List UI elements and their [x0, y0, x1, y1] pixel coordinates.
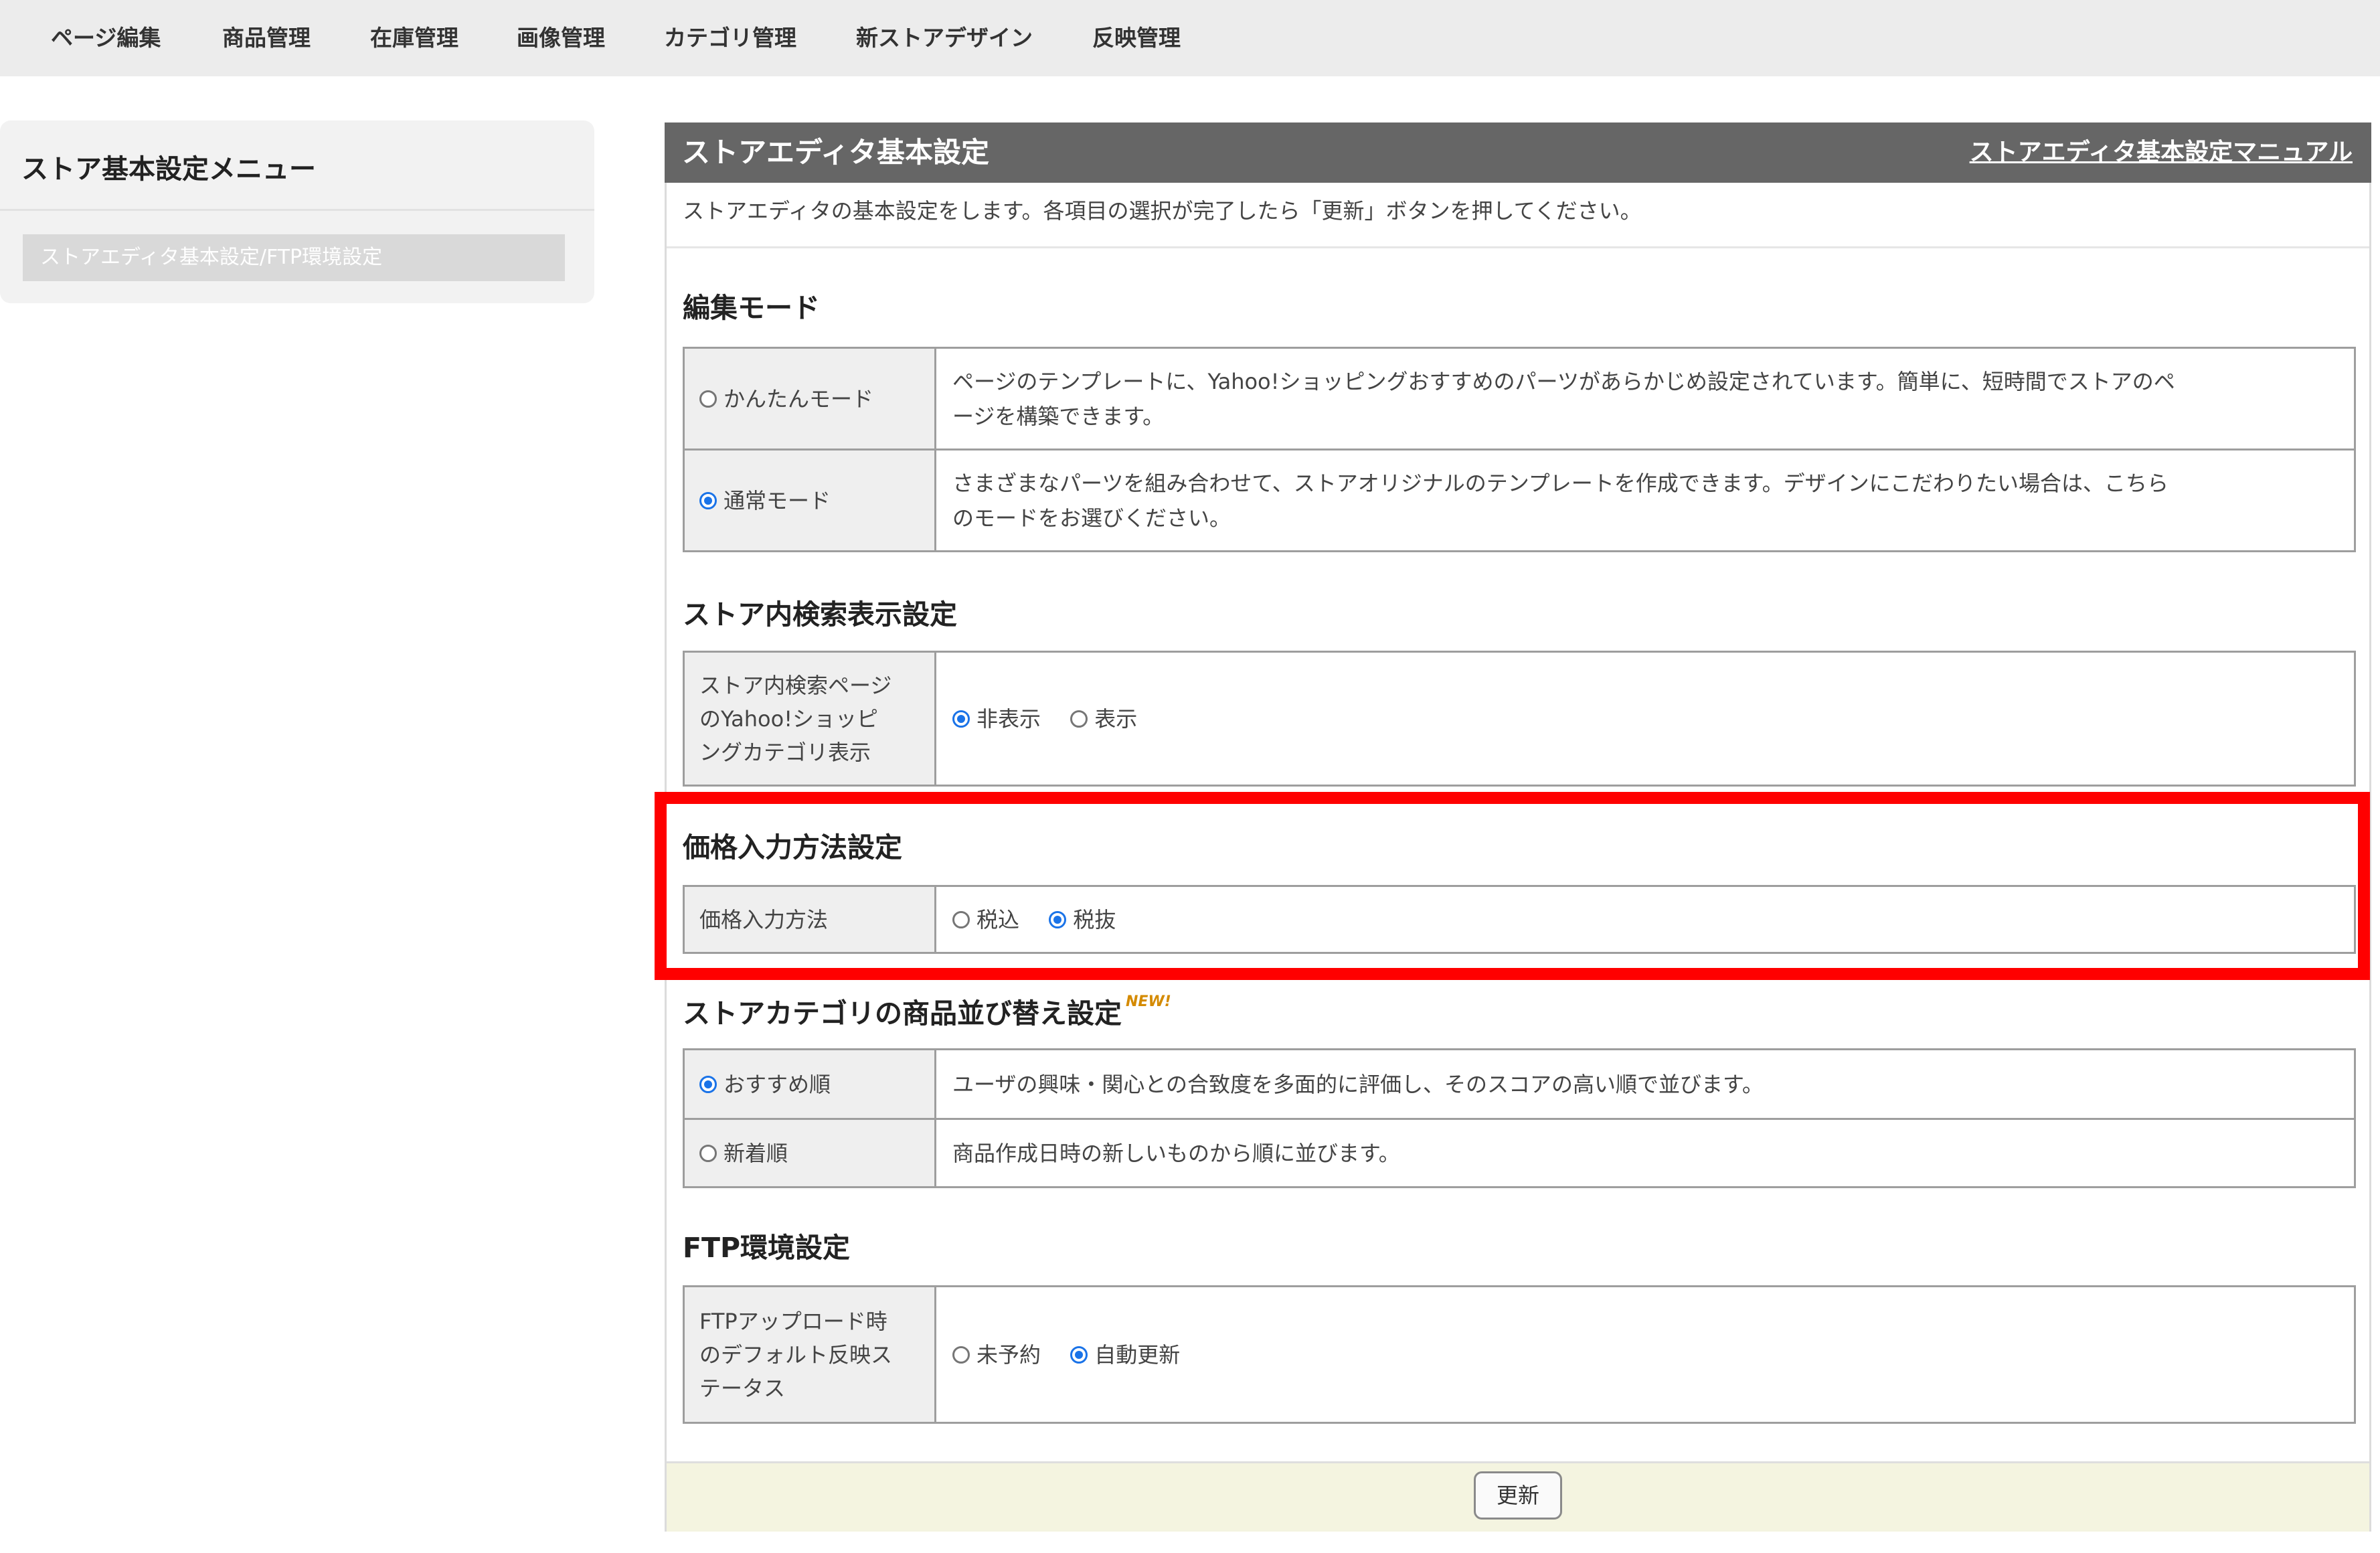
category-sort-row-recommended: おすすめ順 ユーザの興味・関心との合致度を多面的に評価し、そのスコアの高い順で並… [683, 1048, 2356, 1120]
edit-mode-desc-cell: ページのテンプレートに、Yahoo!ショッピングおすすめのパーツがあらかじめ設定… [934, 347, 2356, 451]
panel-header: ストアエディタ基本設定 ストアエディタ基本設定マニュアル [665, 122, 2371, 183]
category-sort-label-cell: おすすめ順 [683, 1048, 936, 1120]
edit-mode-desc-cell: さまざまなパーツを組み合わせて、ストアオリジナルのテンプレートを作成できます。デ… [934, 448, 2356, 552]
radio-recommended-order[interactable] [699, 1075, 717, 1093]
ftp-label-line1: FTPアップロード時 [699, 1308, 887, 1334]
nav-item-image-management[interactable]: 画像管理 [517, 0, 605, 76]
nav-item-new-store-design[interactable]: 新ストアデザイン [856, 0, 1033, 76]
update-button[interactable]: 更新 [1474, 1471, 1562, 1520]
search-display-label-cell: ストア内検索ページ のYahoo!ショッピ ングカテゴリ表示 [683, 651, 936, 787]
section-heading-ftp: FTP環境設定 [683, 1232, 851, 1264]
panel-footer: 更新 [667, 1461, 2369, 1532]
sidebar: ストア基本設定メニュー ストアエディタ基本設定/FTP環境設定 [0, 120, 594, 303]
category-sort-table: おすすめ順 ユーザの興味・関心との合致度を多面的に評価し、そのスコアの高い順で並… [683, 1048, 2356, 1188]
radio-auto-update[interactable] [1070, 1345, 1088, 1364]
normal-mode-description-line2: のモードをお選びください。 [952, 505, 1231, 531]
radio-label-recommended-order: おすすめ順 [724, 1071, 831, 1097]
easy-mode-description-line1: ページのテンプレートに、Yahoo!ショッピングおすすめのパーツがあらかじめ設定… [952, 368, 2175, 394]
ftp-row: FTPアップロード時 のデフォルト反映ス テータス 未予約 自動更新 [683, 1285, 2356, 1424]
radio-label-newest-order: 新着順 [724, 1140, 788, 1166]
nav-item-page-edit[interactable]: ページ編集 [51, 0, 161, 76]
ftp-label-line3: テータス [699, 1375, 786, 1401]
radio-label-easy-mode: かんたんモード [724, 386, 874, 412]
radio-normal-mode[interactable] [699, 491, 717, 509]
category-sort-label-cell: 新着順 [683, 1118, 936, 1188]
edit-mode-table: かんたんモード ページのテンプレートに、Yahoo!ショッピングおすすめのパーツ… [683, 347, 2356, 552]
radio-show[interactable] [1070, 710, 1088, 728]
highlight-box [655, 792, 2370, 980]
radio-label-hide: 非表示 [976, 706, 1041, 732]
section-heading-edit-mode: 編集モード [683, 292, 820, 324]
radio-label-auto-update: 自動更新 [1094, 1341, 1181, 1368]
ftp-label-line2: のデフォルト反映ス [699, 1341, 893, 1368]
search-display-options-cell: 非表示 表示 [934, 651, 2356, 787]
intro-divider [667, 246, 2369, 248]
sidebar-divider [0, 209, 594, 211]
nav-item-category-management[interactable]: カテゴリ管理 [664, 0, 796, 76]
search-display-row: ストア内検索ページ のYahoo!ショッピ ングカテゴリ表示 非表示 表示 [683, 651, 2356, 787]
newest-order-description: 商品作成日時の新しいものから順に並びます。 [934, 1118, 2356, 1188]
search-display-table: ストア内検索ページ のYahoo!ショッピ ングカテゴリ表示 非表示 表示 [683, 651, 2356, 787]
radio-unscheduled[interactable] [952, 1345, 970, 1364]
search-display-label-line1: ストア内検索ページ [699, 672, 892, 698]
panel-title: ストアエディタ基本設定 [682, 136, 990, 169]
radio-hide[interactable] [952, 710, 970, 728]
radio-label-normal-mode: 通常モード [724, 487, 831, 513]
new-badge: NEW! [1126, 993, 1171, 1010]
top-navigation-bar: ページ編集 商品管理 在庫管理 画像管理 カテゴリ管理 新ストアデザイン 反映管… [0, 0, 2380, 76]
nav-item-product-management[interactable]: 商品管理 [222, 0, 311, 76]
ftp-table: FTPアップロード時 のデフォルト反映ス テータス 未予約 自動更新 [683, 1285, 2356, 1424]
search-display-label-line3: ングカテゴリ表示 [699, 739, 871, 765]
panel-intro-text: ストアエディタの基本設定をします。各項目の選択が完了したら「更新」ボタンを押して… [683, 198, 1642, 224]
ftp-label-cell: FTPアップロード時 のデフォルト反映ス テータス [683, 1285, 936, 1424]
section-heading-search-display: ストア内検索表示設定 [683, 598, 957, 631]
radio-easy-mode[interactable] [699, 390, 717, 408]
search-display-label-line2: のYahoo!ショッピ [699, 706, 879, 732]
category-sort-heading-text: ストアカテゴリの商品並び替え設定 [683, 997, 1122, 1030]
nav-item-publish-management[interactable]: 反映管理 [1092, 0, 1181, 76]
sidebar-title: ストア基本設定メニュー [21, 154, 316, 185]
edit-mode-label-cell: 通常モード [683, 448, 936, 552]
radio-newest-order[interactable] [699, 1144, 717, 1162]
manual-link[interactable]: ストアエディタ基本設定マニュアル [1970, 122, 2353, 183]
edit-mode-row-easy: かんたんモード ページのテンプレートに、Yahoo!ショッピングおすすめのパーツ… [683, 347, 2356, 451]
recommended-order-description: ユーザの興味・関心との合致度を多面的に評価し、そのスコアの高い順で並びます。 [934, 1048, 2356, 1120]
edit-mode-label-cell: かんたんモード [683, 347, 936, 451]
radio-label-show: 表示 [1094, 706, 1138, 732]
section-heading-category-sort: ストアカテゴリの商品並び替え設定 NEW! [683, 991, 1171, 1031]
normal-mode-description-line1: さまざまなパーツを組み合わせて、ストアオリジナルのテンプレートを作成できます。デ… [952, 470, 2169, 496]
radio-label-unscheduled: 未予約 [976, 1341, 1041, 1368]
easy-mode-description-line2: ージを構築できます。 [952, 403, 1165, 429]
ftp-options-cell: 未予約 自動更新 [934, 1285, 2356, 1424]
nav-item-inventory-management[interactable]: 在庫管理 [370, 0, 458, 76]
sidebar-item-store-editor-settings[interactable]: ストアエディタ基本設定/FTP環境設定 [23, 234, 565, 281]
category-sort-row-newest: 新着順 商品作成日時の新しいものから順に並びます。 [683, 1118, 2356, 1188]
edit-mode-row-normal: 通常モード さまざまなパーツを組み合わせて、ストアオリジナルのテンプレートを作成… [683, 448, 2356, 552]
